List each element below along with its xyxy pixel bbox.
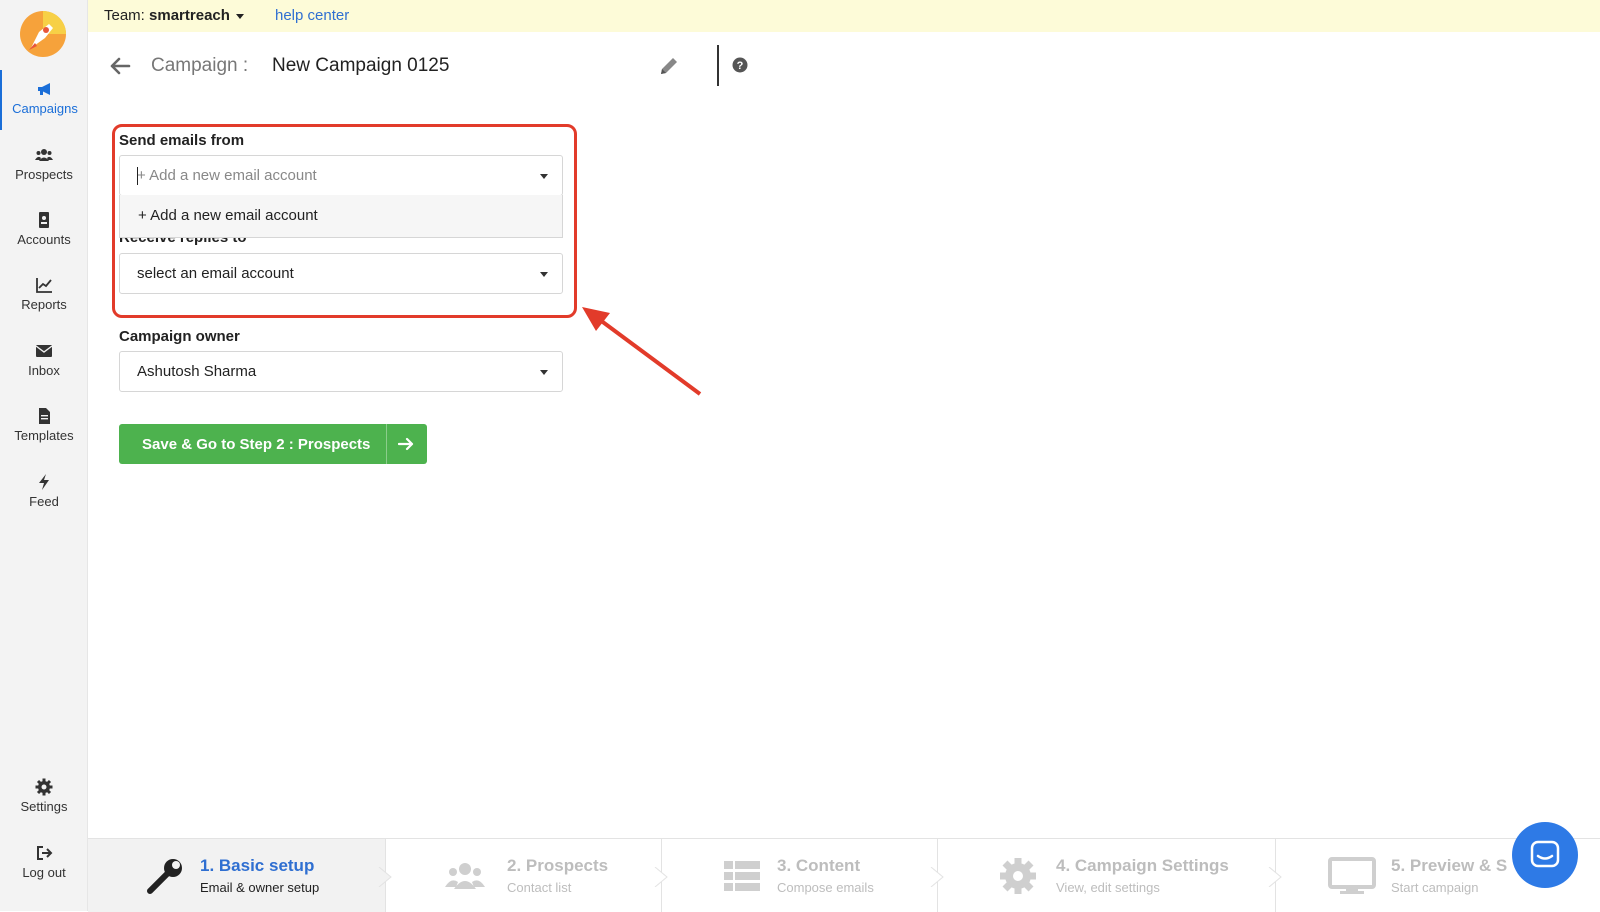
sidebar-item-prospects[interactable]: Prospects [0, 136, 88, 196]
envelope-icon [35, 345, 53, 357]
sidebar-item-inbox[interactable]: Inbox [0, 332, 88, 392]
gear-icon [1000, 858, 1036, 894]
sidebar-item-reports[interactable]: Reports [0, 266, 88, 326]
step-title: 5. Preview & S [1391, 856, 1508, 875]
app-logo[interactable] [19, 10, 67, 58]
sidebar-item-logout[interactable]: Log out [0, 834, 88, 894]
step-prospects[interactable]: 2. Prospects Contact list [386, 839, 668, 912]
step-subtitle: Contact list [507, 880, 572, 895]
sidebar-item-settings[interactable]: Settings [0, 768, 88, 828]
top-bar: Team: smartreach help center [88, 0, 1600, 32]
step-title: 3. Content [777, 856, 861, 875]
svg-text:?: ? [737, 60, 744, 72]
step-subtitle: Compose emails [777, 880, 874, 895]
sidebar-item-label: Log out [22, 865, 66, 880]
step-basic-setup[interactable]: 1. Basic setup Email & owner setup [88, 839, 392, 912]
arrow-right-icon [398, 437, 414, 451]
megaphone-icon [38, 83, 50, 95]
line-chart-icon [36, 278, 52, 293]
sidebar-item-label: Feed [29, 494, 59, 509]
team-label: Team: [104, 7, 145, 24]
breadcrumb: Campaign : [151, 55, 249, 76]
step-subtitle: Start campaign [1391, 880, 1479, 895]
help-icon[interactable]: ? [732, 57, 748, 73]
pencil-icon[interactable] [658, 55, 680, 77]
step-title: 2. Prospects [507, 856, 609, 875]
wizard-steps: 1. Basic setup Email & owner setup 2. Pr… [88, 838, 1600, 912]
back-arrow-icon[interactable] [108, 54, 132, 78]
sidebar-item-label: Prospects [15, 167, 73, 182]
owner-select[interactable]: Ashutosh Sharma [119, 351, 563, 392]
page-title: New Campaign 0125 [272, 55, 450, 76]
team-selector[interactable]: Team: smartreach [104, 7, 245, 24]
wrench-icon [147, 859, 182, 894]
step-campaign-settings[interactable]: 4. Campaign Settings View, edit settings [938, 839, 1282, 912]
sidebar-item-templates[interactable]: Templates [0, 397, 88, 457]
gear-icon [35, 778, 53, 796]
sidebar-item-feed[interactable]: Feed [0, 463, 88, 523]
header-divider [717, 45, 719, 86]
chat-launcher-button[interactable] [1512, 822, 1578, 888]
owner-value: Ashutosh Sharma [137, 363, 257, 380]
sidebar-item-label: Inbox [28, 363, 60, 378]
button-divider [386, 424, 387, 464]
help-center-link[interactable]: help center [275, 7, 349, 24]
contact-card-icon [39, 212, 49, 228]
sidebar-item-label: Reports [21, 297, 67, 312]
sidebar-item-label: Accounts [17, 232, 71, 247]
save-next-label: Save & Go to Step 2 : Prospects [142, 436, 371, 453]
highlight-box [112, 124, 577, 318]
sidebar-item-campaigns[interactable]: Campaigns [0, 70, 88, 130]
owner-label: Campaign owner [119, 328, 240, 345]
sidebar-item-label: Templates [14, 428, 74, 443]
bolt-icon [39, 474, 49, 490]
step-subtitle: View, edit settings [1056, 880, 1160, 895]
users-icon [445, 863, 485, 889]
monitor-icon [1328, 857, 1376, 894]
list-icon [724, 861, 760, 891]
step-subtitle: Email & owner setup [200, 880, 320, 895]
sidebar: Campaigns Prospects Accounts Reports Inb… [0, 0, 88, 911]
sidebar-item-label: Campaigns [12, 101, 78, 116]
step-title: 1. Basic setup [200, 856, 315, 875]
caret-down-icon [236, 13, 245, 19]
step-title: 4. Campaign Settings [1056, 856, 1229, 875]
step-content[interactable]: 3. Content Compose emails [662, 839, 944, 912]
document-icon [39, 408, 50, 424]
users-icon [35, 149, 53, 161]
save-next-button[interactable]: Save & Go to Step 2 : Prospects [119, 424, 427, 464]
chat-icon [1530, 840, 1560, 868]
team-name: smartreach [149, 7, 230, 24]
annotation-arrow [582, 307, 702, 396]
logout-icon [37, 846, 53, 860]
sidebar-item-label: Settings [20, 799, 68, 814]
sidebar-item-accounts[interactable]: Accounts [0, 201, 88, 261]
chevron-down-icon [540, 370, 548, 375]
